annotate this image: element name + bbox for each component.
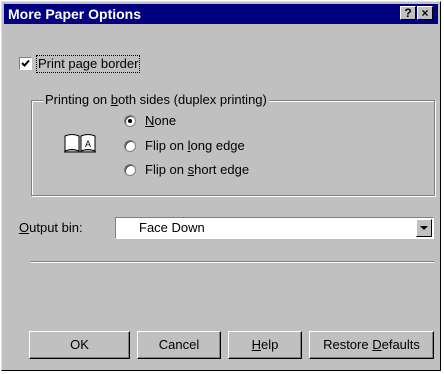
- output-bin-mnemonic: O: [19, 220, 30, 235]
- restore-mnemonic: D: [372, 337, 382, 352]
- help-label: elp: [261, 337, 279, 352]
- option-text: Flip on: [145, 162, 188, 177]
- output-bin-value: Face Down: [139, 220, 205, 235]
- print-page-border-checkbox[interactable]: [19, 57, 32, 70]
- output-bin-label: Output bin:: [19, 220, 83, 236]
- option-text: ong edge: [190, 138, 245, 153]
- output-bin-label-text: utput bin:: [29, 220, 83, 235]
- window-title: More Paper Options: [8, 6, 142, 22]
- restore-label: efaults: [381, 337, 420, 352]
- option-mnemonic: N: [145, 113, 155, 128]
- cancel-button[interactable]: Cancel: [137, 331, 221, 359]
- ok-button[interactable]: OK: [29, 331, 130, 359]
- group-title-mnemonic: b: [110, 92, 118, 107]
- group-title-part: Printing on: [45, 92, 111, 107]
- title-bar[interactable]: More Paper Options ? ×: [4, 4, 438, 24]
- checkmark-icon: [21, 59, 30, 67]
- radio-selected-dot: [128, 119, 132, 123]
- option-text: one: [154, 113, 177, 128]
- radio-none-label[interactable]: None: [145, 113, 176, 129]
- help-button[interactable]: Help: [228, 331, 302, 359]
- output-bin-dropdown-button[interactable]: [416, 219, 432, 237]
- chevron-down-icon: [420, 226, 428, 230]
- option-text: hort edge: [194, 162, 250, 177]
- radio-flip-long-edge[interactable]: [124, 140, 136, 152]
- restore-defaults-button[interactable]: Restore Defaults: [309, 331, 434, 359]
- output-bin-select[interactable]: Face Down: [115, 217, 434, 239]
- radio-flip-short-edge-label[interactable]: Flip on short edge: [145, 162, 249, 178]
- radio-flip-short-edge[interactable]: [124, 164, 136, 176]
- restore-label: Restore: [323, 337, 373, 352]
- help-mnemonic: H: [251, 337, 262, 352]
- help-title-button[interactable]: ?: [400, 6, 416, 20]
- svg-text:A: A: [85, 139, 91, 149]
- separator-line: [31, 261, 434, 263]
- duplex-group-title: Printing on both sides (duplex printing): [43, 92, 269, 108]
- radio-flip-long-edge-label[interactable]: Flip on long edge: [145, 138, 245, 154]
- more-paper-options-dialog: More Paper Options ? × Print page border…: [1, 1, 441, 371]
- print-page-border-label[interactable]: Print page border: [35, 55, 141, 73]
- radio-none[interactable]: [124, 115, 136, 127]
- group-title-part: oth sides (duplex printing): [118, 92, 267, 107]
- book-icon: A: [63, 132, 97, 157]
- close-button[interactable]: ×: [417, 6, 433, 20]
- option-text: Flip on: [145, 138, 188, 153]
